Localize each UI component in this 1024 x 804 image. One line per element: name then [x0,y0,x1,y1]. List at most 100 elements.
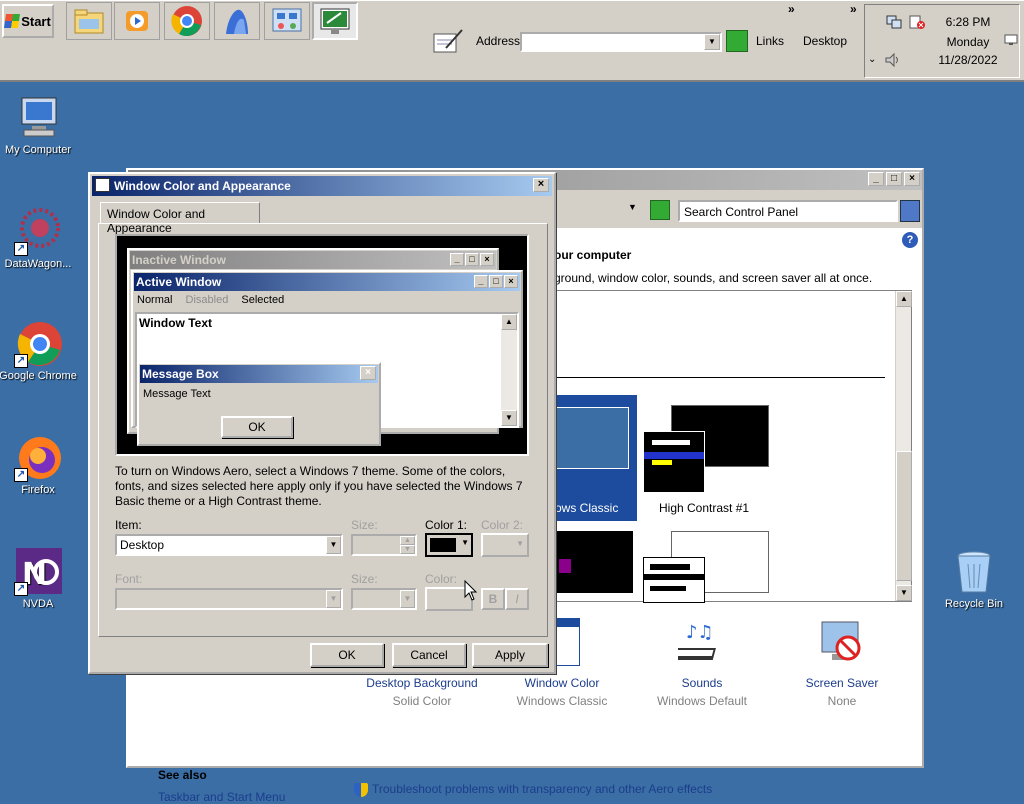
color1-button[interactable]: ▼ [425,533,473,557]
preview-message-box[interactable]: Message Box × Message Text OK [137,362,381,446]
italic-button[interactable]: I [505,588,529,610]
start-label: Start [21,13,51,29]
item-select[interactable]: Desktop ▼ [115,534,343,556]
menu-selected[interactable]: Selected [241,294,284,306]
item-size-spinner[interactable]: ▲ ▼ [351,534,417,556]
scroll-thumb[interactable] [896,451,912,581]
chevron-down-icon[interactable]: ▼ [326,536,341,554]
desktop-chevron[interactable]: » [850,2,857,16]
appearance-preview[interactable]: Inactive Window _ □ × Active Window _ □ × No… [115,234,529,456]
theme-high-contrast-2[interactable] [555,531,633,593]
desktop-icon-recycle-bin[interactable]: Recycle Bin [934,548,1014,610]
close-button[interactable]: × [533,178,549,192]
shortcut-arrow-icon: ↗ [14,242,28,256]
active-window-title: Active Window [136,275,222,289]
inactive-window-titlebar: Inactive Window _ □ × [130,251,496,269]
quicklaunch-media-player[interactable] [114,2,160,40]
preview-scrollbar[interactable]: ▲ ▼ [501,314,517,426]
troubleshoot-link[interactable]: Troubleshoot problems with transparency … [354,782,712,797]
clock-date[interactable]: 11/28/2022 [932,53,1004,67]
chrome-icon: ↗ [14,320,62,368]
color2-label: Color 2: [481,518,524,532]
refresh-icon[interactable] [650,200,670,220]
preview-ok-button[interactable]: OK [221,416,293,438]
tab-window-color[interactable]: Window Color and Appearance [100,202,260,235]
message-text: Message Text [143,388,211,400]
page-subheading: ground, window color, sounds, and screen… [554,271,873,285]
desktop-toolbar-label[interactable]: Desktop [803,34,847,48]
address-dropdown-icon[interactable]: ▼ [628,202,637,212]
desktop-icon-nvda[interactable]: N ↗ NVDA [0,548,78,610]
network-icon[interactable] [886,14,902,30]
desktop-icon-label: Recycle Bin [944,598,1004,610]
quicklaunch-chrome[interactable] [164,2,210,40]
ok-button[interactable]: OK [310,643,384,667]
taskbar-start-menu-link[interactable]: Taskbar and Start Menu [158,790,285,804]
display-properties-icon [320,8,350,34]
bold-button[interactable]: B [481,588,505,610]
control-panel-icon [272,8,302,32]
start-button[interactable]: Start [2,4,54,38]
chevron-down-icon[interactable]: ⌄ [868,54,876,65]
screen-saver-link[interactable]: Screen Saver None [772,621,912,708]
quicklaunch-app[interactable] [214,2,260,40]
recycle-bin-icon [950,548,998,596]
desktop-icon-google-chrome[interactable]: ↗ Google Chrome [0,320,78,382]
shield-icon [354,782,368,797]
theme-windows-classic[interactable]: ows Classic [555,395,637,521]
address-input[interactable]: ▼ [520,32,722,52]
quicklaunch-explorer[interactable] [66,2,112,40]
window-color-dialog: Window Color and Appearance × Window Col… [88,172,556,674]
search-icon[interactable] [900,200,920,222]
item-subtitle: Solid Color [392,694,452,708]
sounds-link[interactable]: ♪♫ Sounds Windows Default [632,622,772,708]
quicklaunch-control-panel[interactable] [264,2,310,40]
apply-button[interactable]: Apply [472,643,548,667]
action-center-icon[interactable] [908,14,926,30]
bird-icon [226,9,248,34]
search-input[interactable]: Search Control Panel [678,200,898,222]
menu-disabled[interactable]: Disabled [186,294,229,306]
desktop-background-link[interactable]: Desktop Background Solid Color [352,676,492,708]
font-select[interactable]: ▼ [115,588,343,610]
shortcut-arrow-icon: ↗ [14,582,28,596]
help-icon[interactable]: ? [902,232,918,248]
notepad-pen-icon[interactable] [432,28,464,54]
desktop-icon-datawagon[interactable]: ↗ DataWagon... [0,208,78,270]
spin-down-icon[interactable]: ▼ [400,545,415,554]
scroll-down-button[interactable]: ▼ [896,585,912,601]
go-icon[interactable] [726,30,748,52]
theme-list-scrollbar[interactable]: ▲ ▼ [895,291,912,601]
scroll-up-button[interactable]: ▲ [896,291,912,307]
chevron-down-icon[interactable]: ▼ [400,590,415,608]
dialog-titlebar[interactable]: Window Color and Appearance × [92,176,552,196]
taskbar-window-color[interactable] [312,2,358,40]
minimize-button[interactable]: _ [868,172,884,186]
menu-normal[interactable]: Normal [137,294,172,306]
clock-day[interactable]: Monday [932,35,1004,49]
window-color-link[interactable]: Window Color Windows Classic [492,618,632,708]
item-size-label: Size: [351,518,378,532]
scroll-down-button[interactable]: ▼ [501,410,517,426]
chevron-down-icon[interactable]: ▼ [704,34,720,50]
theme-high-contrast-thumb[interactable] [643,431,705,493]
show-desktop-icon[interactable] [1004,34,1018,46]
volume-icon[interactable] [884,52,902,68]
font-size-select[interactable]: ▼ [351,588,417,610]
links-toolbar-label[interactable]: Links [756,34,784,48]
svg-text:♪♫: ♪♫ [686,622,714,643]
theme-high-contrast-white-thumb[interactable] [643,557,705,603]
scroll-up-button[interactable]: ▲ [501,314,517,330]
close-button[interactable]: × [904,172,920,186]
desktop-icon-my-computer[interactable]: My Computer [0,94,78,156]
color2-button[interactable]: ▼ [481,533,529,557]
chevron-down-icon[interactable]: ▼ [326,590,341,608]
cancel-button[interactable]: Cancel [392,643,466,667]
desktop-icon-firefox[interactable]: ↗ Firefox [0,434,78,496]
close-icon: × [480,253,494,266]
spin-up-icon[interactable]: ▲ [400,536,415,545]
links-chevron[interactable]: » [788,2,795,16]
maximize-button[interactable]: □ [886,172,902,186]
screen-saver-icon [818,618,868,668]
clock-time[interactable]: 6:28 PM [932,15,1004,29]
